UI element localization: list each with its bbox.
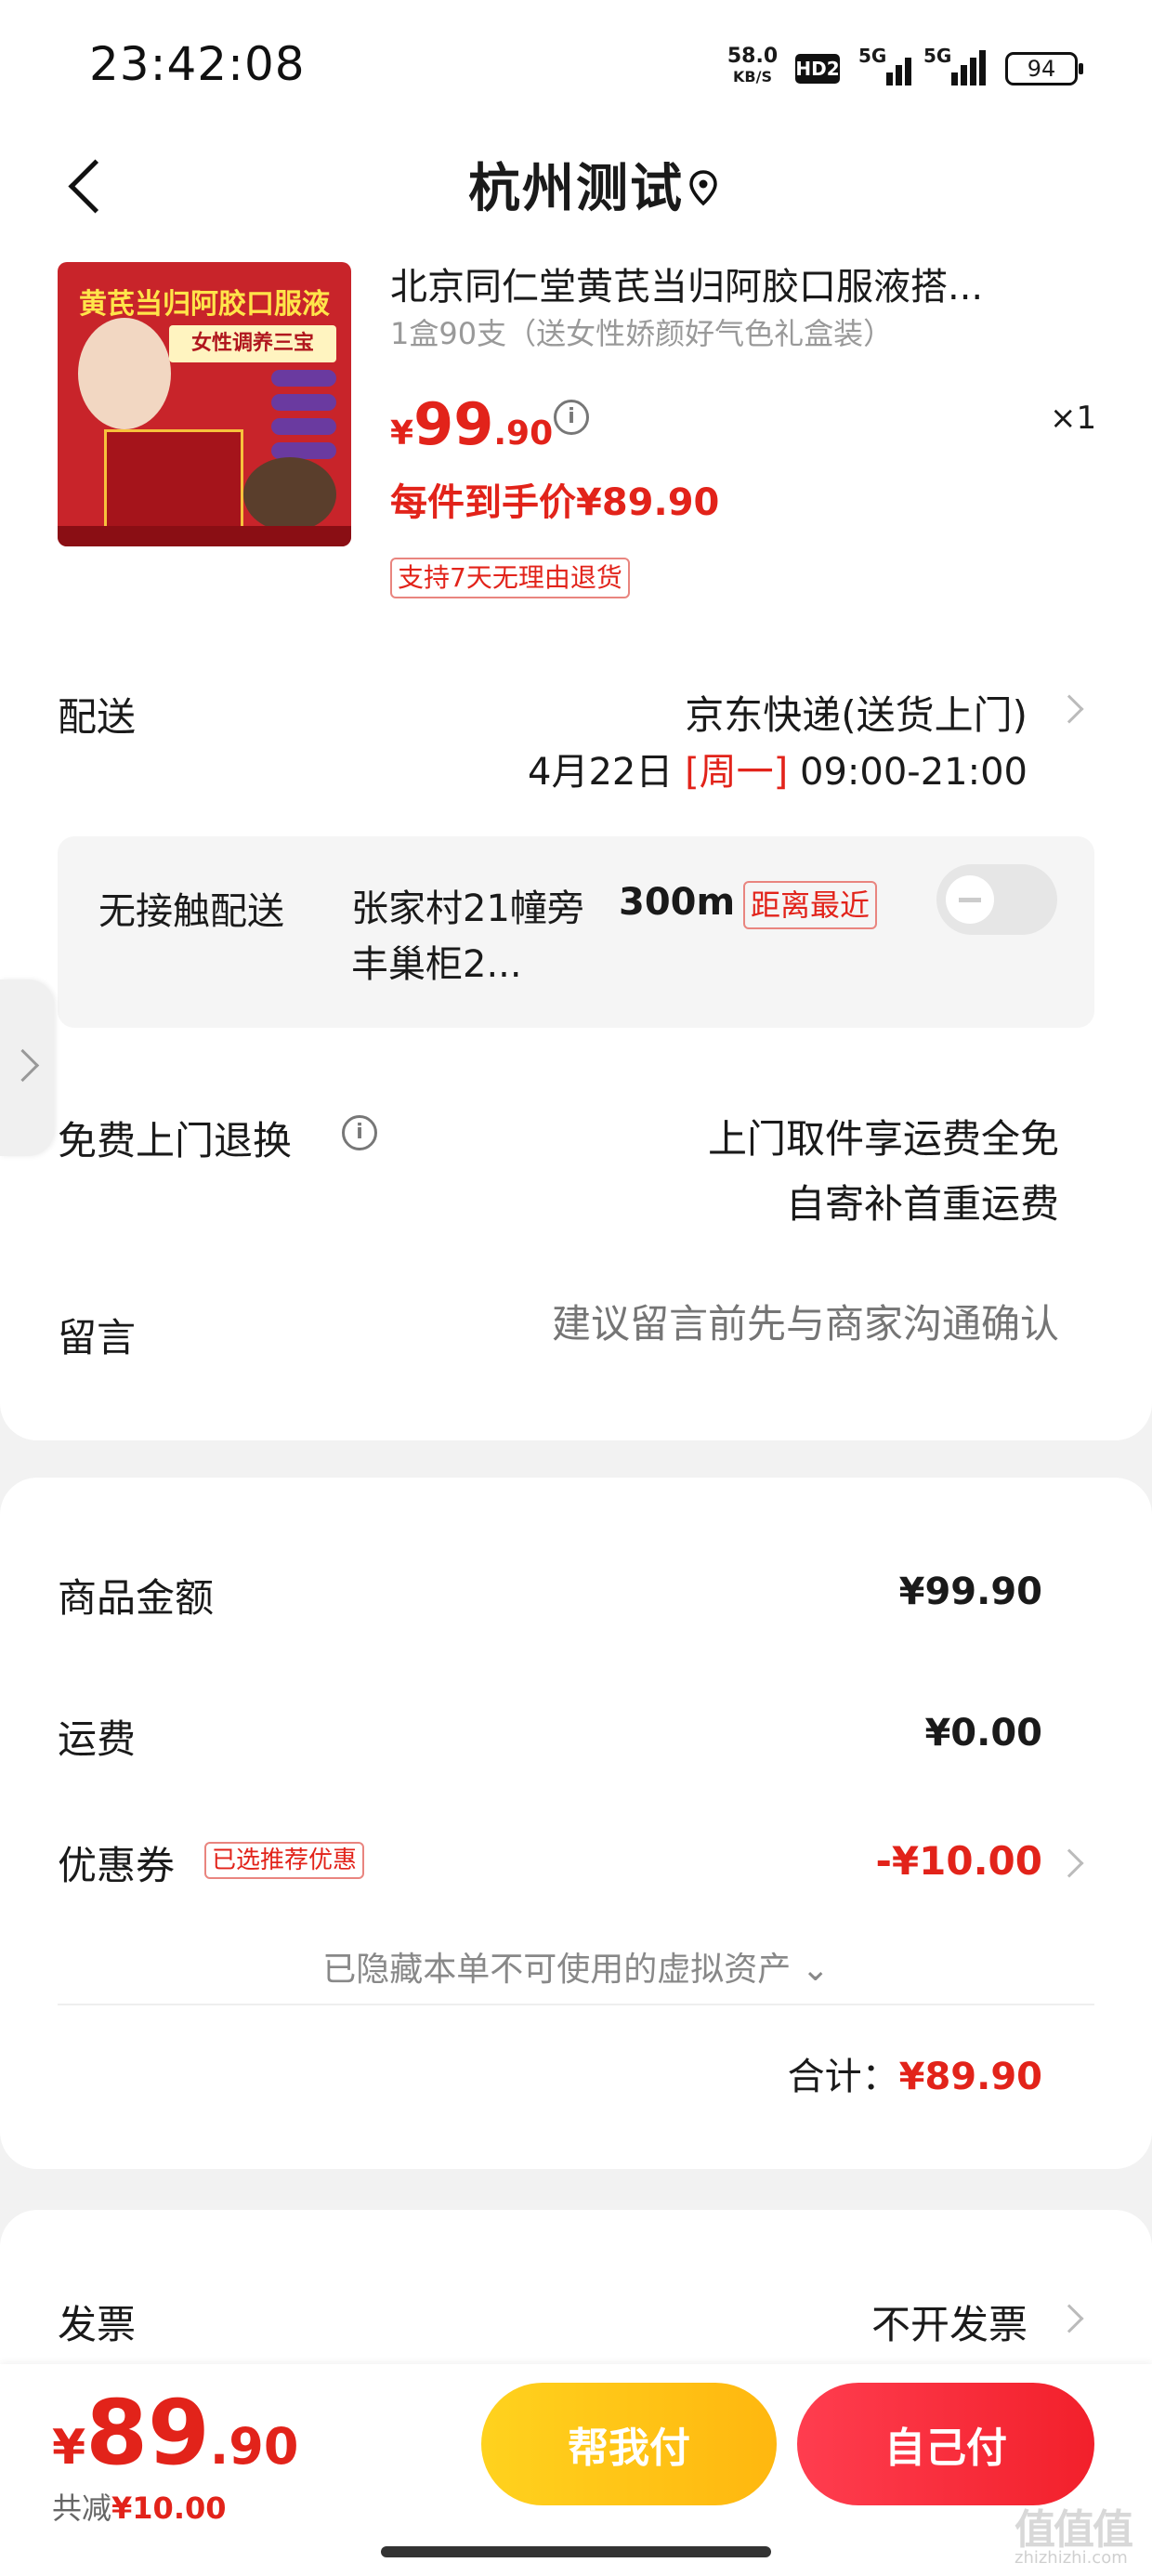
checkout-bar: ¥89.90 共减¥10.00 帮我付 自己付 xyxy=(0,2364,1152,2576)
locker-distance: 300m xyxy=(619,881,736,924)
battery-icon: 94 xyxy=(1005,52,1083,85)
message-input[interactable] xyxy=(446,1301,1059,1347)
total-row: 合计：¥89.90 xyxy=(788,2046,1042,2100)
product-image[interactable]: 黄芪当归阿胶口服液 女性调养三宝 xyxy=(58,262,351,546)
product-image-subtitle: 女性调养三宝 xyxy=(169,325,336,362)
delivery-label: 配送 xyxy=(58,694,137,740)
coupon-label: 优惠券 xyxy=(58,1843,176,1888)
nearest-badge: 距离最近 xyxy=(743,881,878,929)
free-return-self-send: 自寄补首重运费 xyxy=(785,1181,1059,1227)
back-button[interactable] xyxy=(56,149,121,223)
subtotal-value: ¥99.90 xyxy=(898,1571,1042,1613)
invoice-value[interactable]: 不开发票 xyxy=(871,2293,1028,2350)
status-bar: 23:42:08 58.0 KB/S HD2 5G 5G 94 xyxy=(0,0,1152,130)
network-speed: 58.0 KB/S xyxy=(725,46,780,87)
chevron-right-icon[interactable] xyxy=(1054,1848,1084,1878)
total-value: ¥89.90 xyxy=(898,2056,1042,2098)
status-time: 23:42:08 xyxy=(89,37,306,91)
quantity: ×1 xyxy=(1050,400,1097,437)
signal-icon: 5G xyxy=(858,45,914,85)
contactless-label: 无接触配送 xyxy=(98,890,284,933)
help-pay-button[interactable]: 帮我付 xyxy=(481,2383,777,2505)
shipping-label: 运费 xyxy=(58,1716,137,1762)
contactless-toggle[interactable] xyxy=(936,864,1057,935)
delivery-time[interactable]: 4月22日 [周一] 09:00-21:00 xyxy=(528,742,1028,795)
info-icon[interactable]: i xyxy=(342,1115,377,1150)
saved-amount: 共减¥10.00 xyxy=(52,2491,227,2526)
watermark: 值值值 xyxy=(1015,2506,1133,2554)
price-summary-card: 商品金额 ¥99.90 运费 ¥0.00 优惠券 已选推荐优惠 -¥10.00 … xyxy=(0,1478,1152,2169)
coupon-tag: 已选推荐优惠 xyxy=(204,1842,365,1879)
network-speed-unit: KB/S xyxy=(733,68,772,85)
invoice-label: 发票 xyxy=(58,2302,137,2347)
signal-label: 5G xyxy=(858,45,887,67)
self-pay-button[interactable]: 自己付 xyxy=(797,2383,1094,2505)
total-label: 合计： xyxy=(787,2056,899,2098)
product-title[interactable]: 北京同仁堂黄芪当归阿胶口服液搭... xyxy=(390,256,1078,310)
order-card: 黄芪当归阿胶口服液 女性调养三宝 北京同仁堂黄芪当归阿胶口服液搭... 1盒90… xyxy=(0,251,1152,1440)
location-pin-icon[interactable] xyxy=(687,169,719,206)
shipping-value: ¥0.00 xyxy=(924,1712,1042,1755)
free-return-pickup: 上门取件享运费全免 xyxy=(707,1116,1059,1162)
return-policy-badge: 支持7天无理由退货 xyxy=(390,558,630,598)
locker-name: 张家村21幢旁丰巢柜2... xyxy=(351,887,584,986)
divider xyxy=(58,2004,1094,2005)
network-speed-value: 58.0 xyxy=(727,45,779,68)
free-return-label: 免费上门退换 xyxy=(58,1118,293,1163)
product-image-banner: 黄芪当归阿胶口服液 xyxy=(79,288,330,321)
contactless-delivery-panel: 无接触配送 张家村21幢旁丰巢柜2... 300m 距离最近 xyxy=(58,836,1094,1028)
signal-label: 5G xyxy=(923,45,952,67)
delivery-method[interactable]: 京东快递(送货上门) xyxy=(685,684,1028,741)
hd-voice-icon: HD2 xyxy=(795,54,840,84)
net-price: 每件到手价¥89.90 xyxy=(390,481,720,524)
checkout-price: ¥89.90 xyxy=(52,2381,299,2485)
product-price: ¥99.90 xyxy=(390,390,554,458)
chevron-right-icon[interactable] xyxy=(1054,694,1084,724)
coupon-value[interactable]: -¥10.00 xyxy=(875,1838,1042,1884)
side-drawer-handle[interactable] xyxy=(0,979,54,1156)
message-label: 留言 xyxy=(58,1315,137,1360)
hidden-assets-toggle[interactable]: 已隐藏本单不可使用的虚拟资产 ⌄ xyxy=(0,1942,1152,1991)
chevron-right-icon[interactable] xyxy=(1054,2304,1084,2333)
subtotal-label: 商品金额 xyxy=(58,1575,215,1621)
price-info-icon[interactable]: i xyxy=(554,400,589,435)
home-indicator[interactable] xyxy=(381,2546,771,2557)
signal-icon: 5G xyxy=(923,45,986,85)
watermark-url: zhizhizhi.com xyxy=(1015,2548,1128,2568)
nav-header: 杭州测试 xyxy=(0,130,1152,251)
product-spec: 1盒90支（送女性娇颜好气色礼盒装） xyxy=(390,316,894,351)
